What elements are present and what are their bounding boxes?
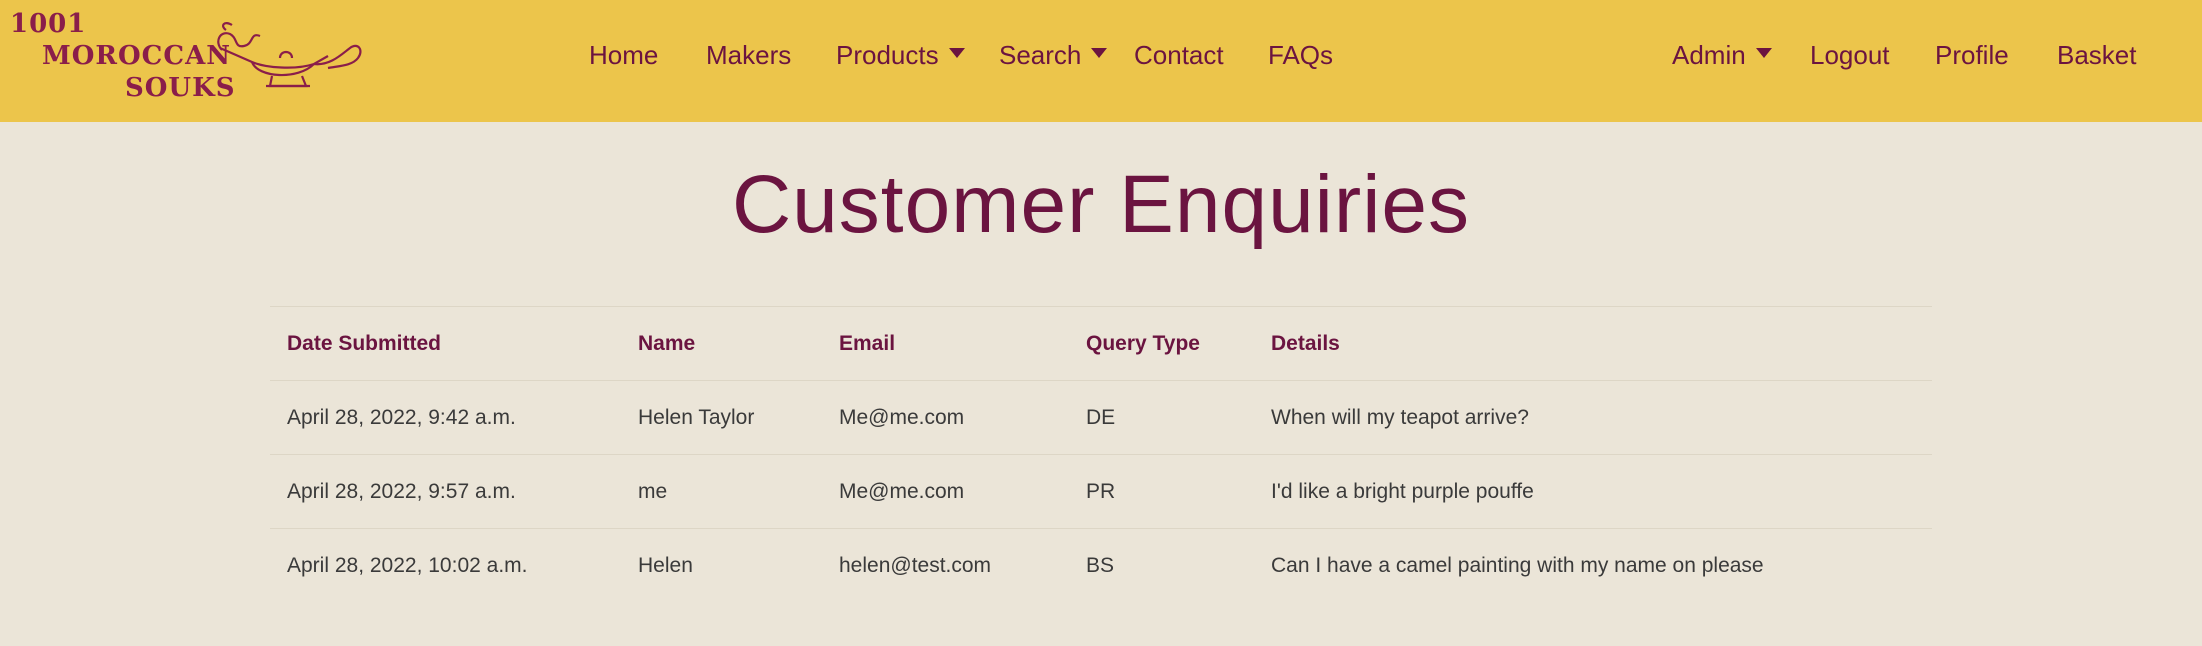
caret-down-icon [948,48,965,59]
caret-down-icon [1755,48,1772,59]
nav-profile[interactable]: Profile [1935,38,2009,72]
navbar: 1001 MOROCCAN SOUKS Home Makers Products… [0,0,2202,122]
brand-logo-text: 1001 MOROCCAN SOUKS [10,8,235,104]
magic-lamp-icon [217,22,362,88]
nav-products[interactable]: Products [836,38,965,72]
cell-email: helen@test.com [839,554,992,577]
nav-contact[interactable]: Contact [1134,38,1224,72]
nav-faqs[interactable]: FAQs [1268,38,1333,72]
table-header-row: Date Submitted Name Email Query Type Det… [270,306,1932,380]
cell-name: Helen Taylor [638,406,755,429]
header-details: Details [1271,332,1340,355]
cell-name: Helen [638,554,693,577]
header-email: Email [839,332,896,355]
cell-details: When will my teapot arrive? [1271,406,1529,429]
cell-date: April 28, 2022, 9:42 a.m. [287,406,516,429]
nav-products-label: Products [836,40,939,70]
cell-email: Me@me.com [839,480,965,503]
brand-line-2: MOROCCAN [42,41,232,71]
cell-name: me [638,480,668,503]
brand-logo[interactable]: 1001 MOROCCAN SOUKS [10,8,370,108]
table-row: April 28, 2022, 9:42 a.m. Helen Taylor M… [270,380,1932,454]
brand-line-3: SOUKS [125,73,236,103]
brand-line-1: 1001 [10,9,87,39]
cell-email: Me@me.com [839,406,965,429]
page-title: Customer Enquiries [731,159,1471,250]
cell-query-type: PR [1086,480,1116,503]
table-row: April 28, 2022, 9:57 a.m. me Me@me.com P… [270,454,1932,528]
nav-admin-label: Admin [1672,40,1746,70]
nav-admin[interactable]: Admin [1672,38,1772,72]
cell-date: April 28, 2022, 10:02 a.m. [287,554,528,577]
nav-search[interactable]: Search [999,38,1108,72]
header-date-submitted: Date Submitted [287,332,442,355]
cell-query-type: BS [1086,554,1115,577]
header-name: Name [638,332,696,355]
table-row: April 28, 2022, 10:02 a.m. Helen helen@t… [270,528,1932,602]
nav-basket[interactable]: Basket [2057,38,2137,72]
cell-details: I'd like a bright purple pouffe [1271,480,1534,503]
nav-makers[interactable]: Makers [706,38,791,72]
nav-logout[interactable]: Logout [1810,38,1890,72]
nav-home[interactable]: Home [589,38,658,72]
cell-date: April 28, 2022, 9:57 a.m. [287,480,516,503]
caret-down-icon [1091,48,1108,59]
cell-details: Can I have a camel painting with my name… [1271,554,1764,577]
cell-query-type: DE [1086,406,1116,429]
nav-search-label: Search [999,40,1082,70]
enquiries-table: Date Submitted Name Email Query Type Det… [270,306,1932,602]
header-query-type: Query Type [1086,332,1200,355]
